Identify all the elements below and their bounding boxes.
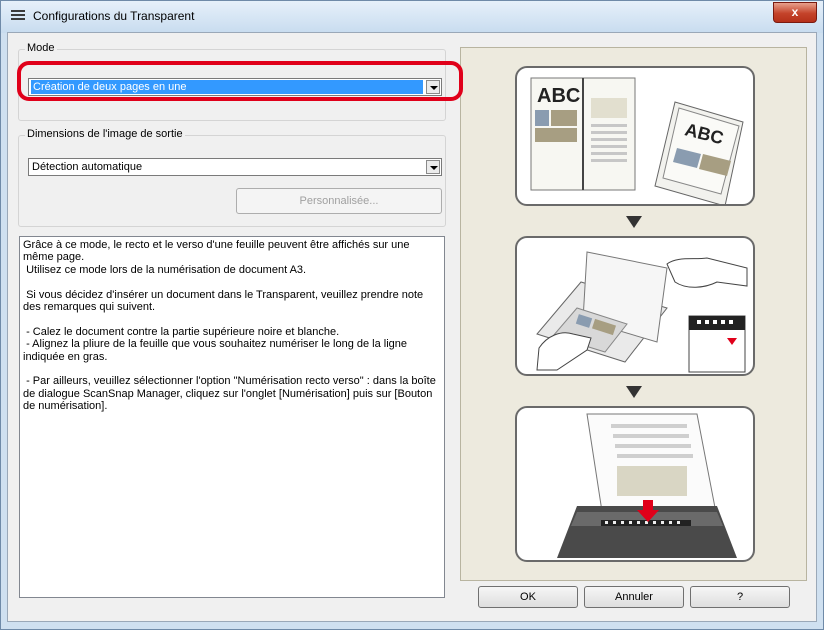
scanner-feeding-image — [557, 413, 737, 558]
step-2-illustration — [515, 236, 755, 376]
illustration-panel: ABC ABC — [460, 47, 807, 581]
output-size-select-value: Détection automatique — [32, 161, 143, 173]
down-arrow-icon — [626, 216, 642, 228]
mode-highlight-annotation — [17, 61, 463, 101]
help-button[interactable]: ? — [690, 586, 790, 608]
two-pages-to-one-image: ABC ABC — [530, 77, 744, 207]
app-menu-icon[interactable] — [11, 10, 25, 22]
insert-document-image — [536, 251, 748, 373]
abc-label-left: ABC — [537, 85, 580, 107]
dialog-window: Configurations du Transparent x Mode Cré… — [0, 0, 824, 630]
step-3-illustration — [515, 406, 755, 562]
down-arrow-icon — [626, 386, 642, 398]
close-button[interactable]: x — [773, 2, 817, 23]
step-1-illustration: ABC ABC — [515, 66, 755, 207]
ok-button[interactable]: OK — [478, 586, 578, 608]
output-size-group-label: Dimensions de l'image de sortie — [25, 128, 185, 140]
cancel-button[interactable]: Annuler — [584, 586, 684, 608]
output-size-select[interactable]: Détection automatique — [28, 158, 442, 176]
window-title: Configurations du Transparent — [33, 9, 195, 23]
chevron-down-icon[interactable] — [426, 160, 440, 174]
custom-size-button[interactable]: Personnalisée... — [236, 188, 442, 214]
mode-group-label: Mode — [25, 42, 57, 54]
mode-description-text: Grâce à ce mode, le recto et le verso d'… — [19, 236, 445, 598]
title-bar: Configurations du Transparent x — [1, 1, 823, 33]
